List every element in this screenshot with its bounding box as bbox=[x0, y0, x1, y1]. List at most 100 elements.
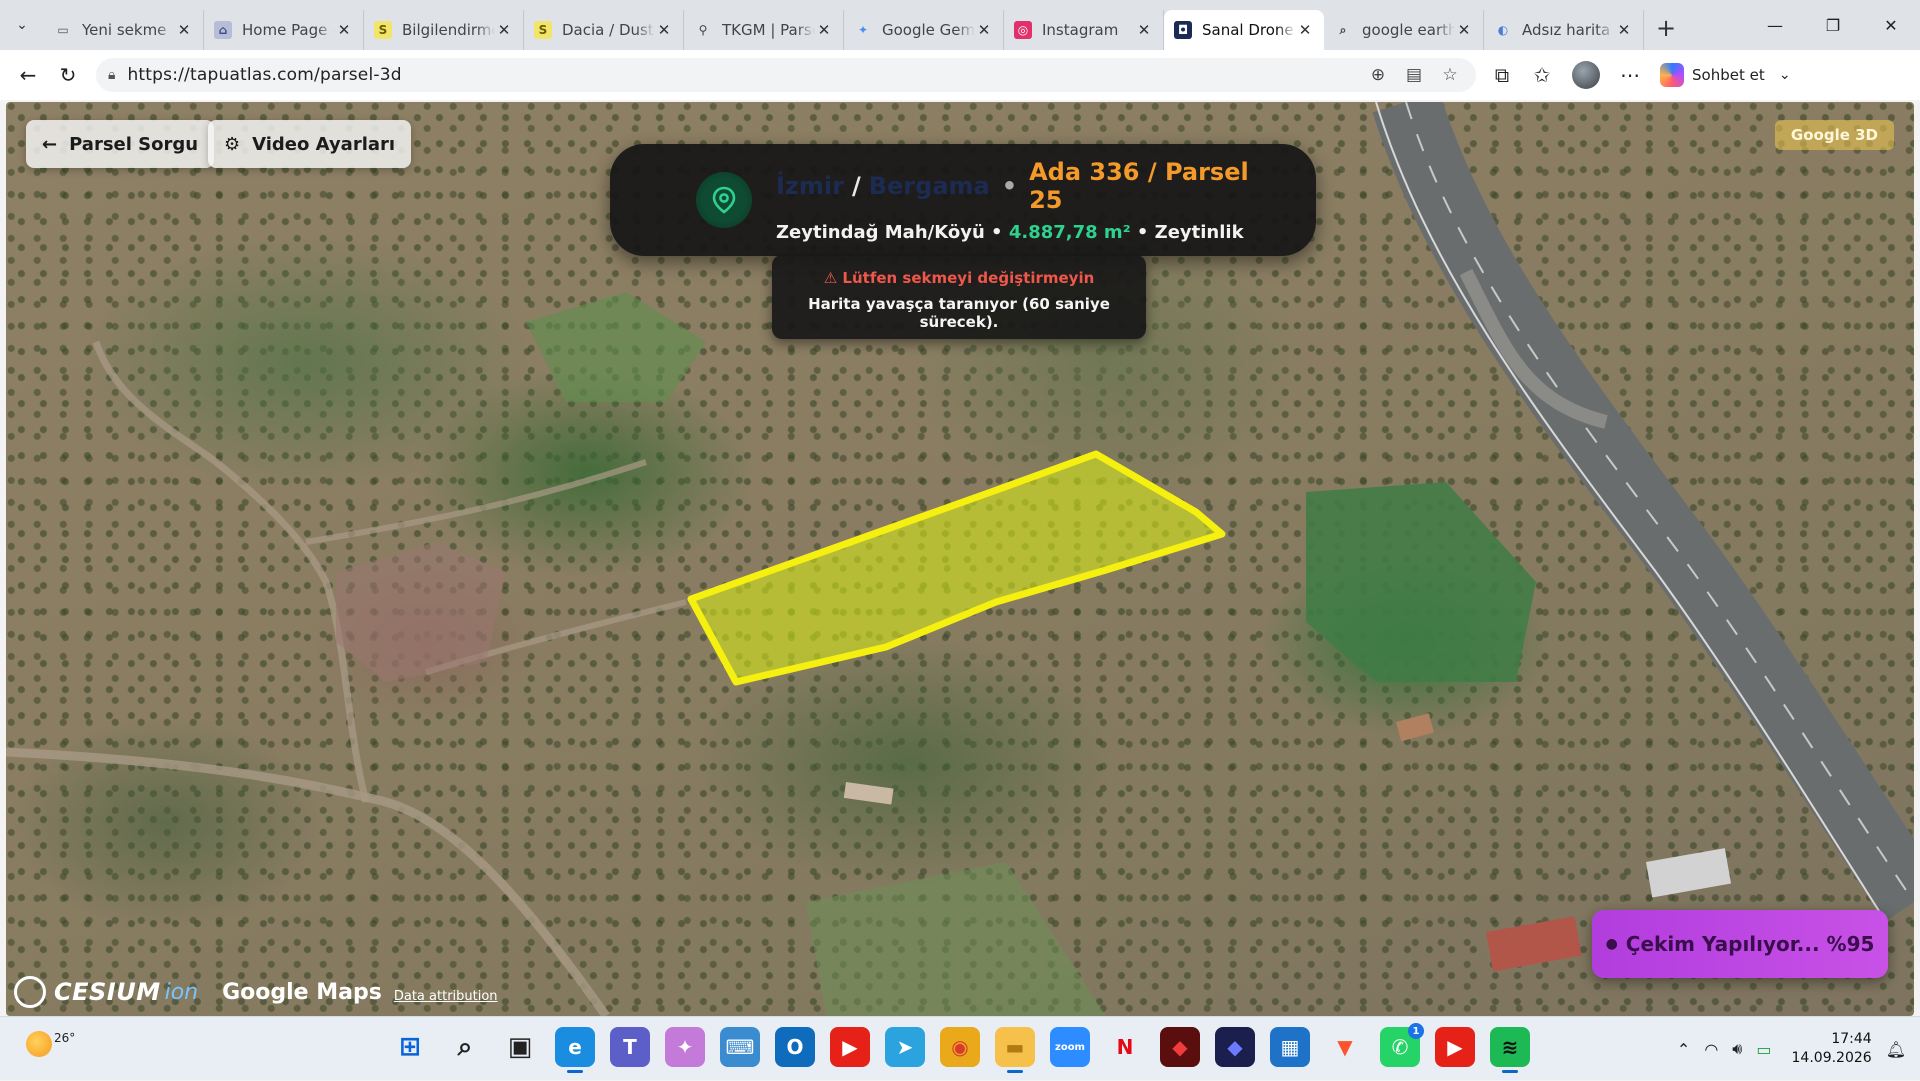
search-icon[interactable]: ⌕ bbox=[445, 1027, 485, 1067]
restore-icon[interactable]: ❐ bbox=[1804, 0, 1862, 50]
close-window-icon[interactable]: ✕ bbox=[1862, 0, 1920, 50]
extensions-puzzle-icon[interactable]: ⧉ bbox=[1482, 55, 1522, 95]
location-separator: / bbox=[851, 171, 861, 200]
volume-icon[interactable]: 🔊︎ bbox=[1732, 1039, 1742, 1059]
tab-title: Dacia / Duste bbox=[562, 21, 655, 39]
minimize-icon[interactable]: — bbox=[1746, 0, 1804, 50]
browser-tab[interactable]: ✦ Google Gemi ✕ bbox=[844, 10, 1004, 50]
browser-tab[interactable]: ⌕ google earth ✕ bbox=[1324, 10, 1484, 50]
zoom-icon[interactable]: ⊕ bbox=[1364, 65, 1392, 85]
tab-close-icon[interactable]: ✕ bbox=[1455, 21, 1473, 39]
keyboard-icon[interactable]: ⌨ bbox=[720, 1027, 760, 1067]
tab-title: Google Gemi bbox=[882, 21, 975, 39]
edge-icon[interactable]: e bbox=[555, 1027, 595, 1073]
tab-close-icon[interactable]: ✕ bbox=[1296, 21, 1314, 39]
battery-icon[interactable]: ▭ bbox=[1756, 1040, 1771, 1059]
map-3d-viewport[interactable]: ← Parsel Sorgu ⚙ Video Ayarları Google 3… bbox=[6, 102, 1914, 1016]
favorite-star-icon[interactable]: ☆ bbox=[1436, 65, 1464, 85]
neighborhood-name: Zeytindağ Mah/Köyü bbox=[776, 221, 985, 243]
app-red-icon[interactable]: ◆ bbox=[1160, 1027, 1200, 1067]
browser-tab[interactable]: ⚲ TKGM | Parse ✕ bbox=[684, 10, 844, 50]
zoom-icon[interactable]: zoom bbox=[1050, 1027, 1090, 1067]
favorites-icon[interactable]: ✩ bbox=[1522, 55, 1562, 95]
instagram-icon: ◎ bbox=[1014, 21, 1032, 39]
spotify-icon[interactable]: ≋ bbox=[1490, 1027, 1530, 1073]
tab-close-icon[interactable]: ✕ bbox=[815, 21, 833, 39]
telegram-icon[interactable]: ➤ bbox=[885, 1027, 925, 1067]
tab-close-icon[interactable]: ✕ bbox=[1615, 21, 1633, 39]
toast-message: Harita yavaşça taranıyor (60 saniye süre… bbox=[808, 295, 1110, 331]
sidebar-chevron-down-icon[interactable]: ⌄ bbox=[1765, 55, 1805, 95]
parcel-area: 4.887,78 m² bbox=[1008, 221, 1131, 243]
map-attribution: CESIUM ion Google Maps Data attribution bbox=[14, 976, 498, 1008]
home-page-icon: ⌂ bbox=[214, 21, 232, 39]
whatsapp-icon[interactable]: ✆ 1 bbox=[1380, 1023, 1424, 1067]
new-tab-plus-icon[interactable]: + bbox=[1644, 8, 1688, 48]
tab-close-icon[interactable]: ✕ bbox=[975, 21, 993, 39]
browser-toolbar: ← ↻ 🔒︎ https://tapuatlas.com/parsel-3d ⊕… bbox=[0, 50, 1920, 100]
weather-widget[interactable]: 26° bbox=[26, 1031, 75, 1057]
recording-dot-icon: ● bbox=[1605, 936, 1618, 952]
tab-actions-chevron-down-icon[interactable]: ⌄ bbox=[0, 0, 44, 50]
green-field bbox=[526, 292, 706, 402]
system-clock[interactable]: 17:44 14.09.2026 bbox=[1792, 1030, 1872, 1068]
outlook-icon[interactable]: O bbox=[775, 1027, 815, 1067]
browser-tab[interactable]: ◘ Sanal Drone - ✕ bbox=[1164, 10, 1324, 50]
lock-icon[interactable]: 🔒︎ bbox=[108, 67, 115, 83]
browser-tab[interactable]: ◎ Instagram ✕ bbox=[1004, 10, 1164, 50]
data-attribution-link[interactable]: Data attribution bbox=[394, 989, 498, 1004]
netflix-icon[interactable]: N bbox=[1105, 1027, 1145, 1067]
notification-count-badge: 1 bbox=[1408, 1023, 1424, 1039]
video-settings-button[interactable]: ⚙ Video Ayarları bbox=[208, 120, 412, 168]
browser-tab-strip: ⌄ ▭ Yeni sekme ✕ ⌂ Home Page - ✕ S Bilgilendir… bbox=[0, 0, 1920, 50]
copilot-icon[interactable]: ✦ bbox=[665, 1027, 705, 1067]
tab-close-icon[interactable]: ✕ bbox=[655, 21, 673, 39]
browser-tab[interactable]: S Bilgilendirme ✕ bbox=[364, 10, 524, 50]
teams-icon[interactable]: T bbox=[610, 1027, 650, 1067]
clock-time: 17:44 bbox=[1831, 1031, 1872, 1047]
building bbox=[843, 782, 894, 805]
parcel-info-card: İzmir / Bergama • Ada 336 / Parsel 25 Ze… bbox=[610, 144, 1316, 256]
ada-parsel-number: Ada 336 / Parsel 25 bbox=[1029, 157, 1249, 214]
land-use: Zeytinlik bbox=[1154, 221, 1244, 243]
tab-close-icon[interactable]: ✕ bbox=[495, 21, 513, 39]
refresh-icon[interactable]: ↻ bbox=[48, 55, 88, 95]
info-dot: • bbox=[991, 221, 1003, 243]
file-explorer-icon[interactable]: ▬ bbox=[995, 1027, 1035, 1073]
profile-avatar[interactable] bbox=[1572, 61, 1600, 89]
tab-title: google earth bbox=[1362, 21, 1455, 39]
info-bullet: • bbox=[1001, 171, 1018, 200]
selected-parcel-outline[interactable] bbox=[687, 450, 1226, 686]
microsoft-store-icon[interactable]: ▦ bbox=[1270, 1027, 1310, 1067]
parsel-sorgu-back-button[interactable]: ← Parsel Sorgu bbox=[26, 120, 215, 168]
youtube-icon-2[interactable]: ▶ bbox=[1435, 1027, 1475, 1067]
wifi-icon[interactable]: ◠ bbox=[1704, 1040, 1718, 1059]
more-options-icon[interactable]: ⋯ bbox=[1610, 55, 1650, 95]
browser-tab[interactable]: ◐ Adsız harita ✕ bbox=[1484, 10, 1644, 50]
tab-title: Instagram bbox=[1042, 21, 1119, 39]
ion-label: ion bbox=[164, 979, 199, 1005]
copilot-chat-button[interactable]: Sohbet et bbox=[1660, 63, 1765, 87]
tab-close-icon[interactable]: ✕ bbox=[1135, 21, 1153, 39]
youtube-icon[interactable]: ▶ bbox=[830, 1027, 870, 1067]
browser-tab[interactable]: S Dacia / Duste ✕ bbox=[524, 10, 684, 50]
notification-bell-icon[interactable]: 🔔︎ bbox=[1886, 1040, 1906, 1059]
brave-icon[interactable]: ▼ bbox=[1325, 1027, 1365, 1067]
browser-tab[interactable]: ▭ Yeni sekme ✕ bbox=[44, 10, 204, 50]
tab-close-icon[interactable]: ✕ bbox=[175, 21, 193, 39]
search-icon: ⌕ bbox=[1339, 22, 1347, 37]
address-bar[interactable]: 🔒︎ https://tapuatlas.com/parsel-3d ⊕ ▤ ☆ bbox=[96, 58, 1476, 92]
url-text[interactable]: https://tapuatlas.com/parsel-3d bbox=[127, 65, 1364, 85]
building bbox=[1486, 916, 1582, 972]
windows-start-icon[interactable]: ⊞ bbox=[390, 1027, 430, 1067]
task-view-icon[interactable]: ▣ bbox=[500, 1027, 540, 1067]
city-name: İzmir bbox=[776, 171, 844, 200]
browser-tab[interactable]: ⌂ Home Page - ✕ bbox=[204, 10, 364, 50]
cesium-logo-icon bbox=[14, 976, 46, 1008]
chrome-icon[interactable]: ◉ bbox=[940, 1027, 980, 1067]
app-blue-icon[interactable]: ◆ bbox=[1215, 1027, 1255, 1067]
back-arrow-icon[interactable]: ← bbox=[8, 55, 48, 95]
tab-close-icon[interactable]: ✕ bbox=[335, 21, 353, 39]
show-hidden-icons-chevron-up-icon[interactable]: ⌃ bbox=[1677, 1040, 1690, 1059]
reader-mode-icon[interactable]: ▤ bbox=[1400, 65, 1428, 85]
